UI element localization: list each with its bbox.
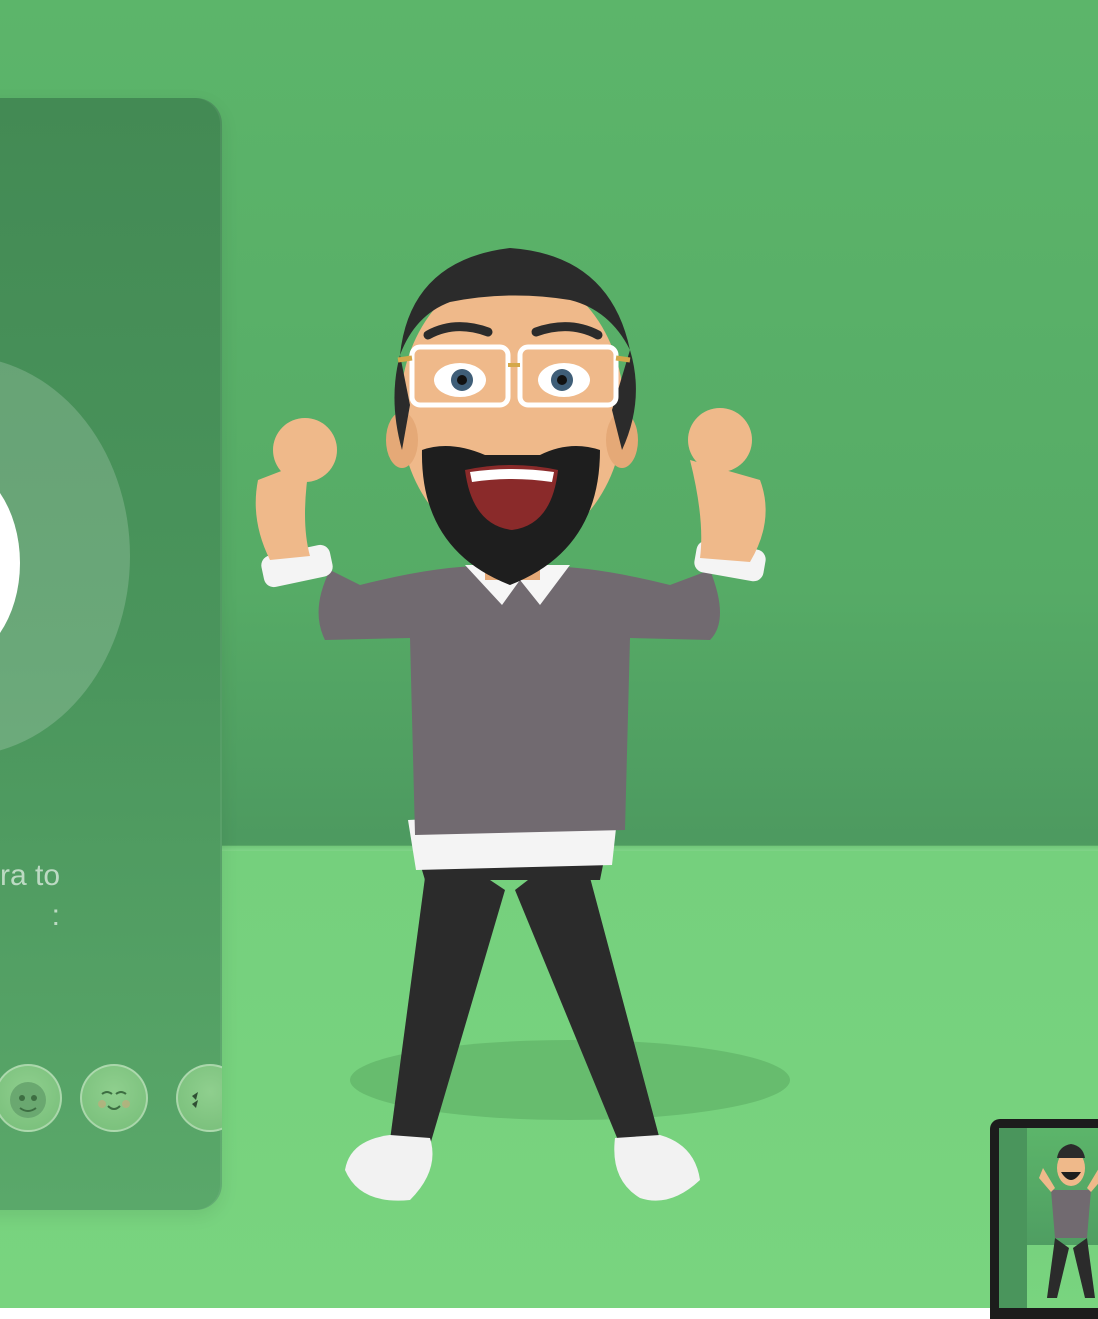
reaction-face-1-icon[interactable] <box>0 1064 62 1132</box>
self-view-panel <box>999 1128 1027 1308</box>
self-view-screen <box>999 1128 1098 1308</box>
left-side-panel: ra to : <box>0 98 222 1210</box>
self-view-thumbnail[interactable] <box>990 1119 1098 1319</box>
avatar-character <box>255 248 790 1201</box>
camera-hint-text: ra to : <box>0 859 60 932</box>
reaction-picker <box>0 1064 222 1138</box>
reaction-face-3-icon[interactable] <box>176 1064 222 1132</box>
reaction-face-2-icon[interactable] <box>80 1064 148 1132</box>
